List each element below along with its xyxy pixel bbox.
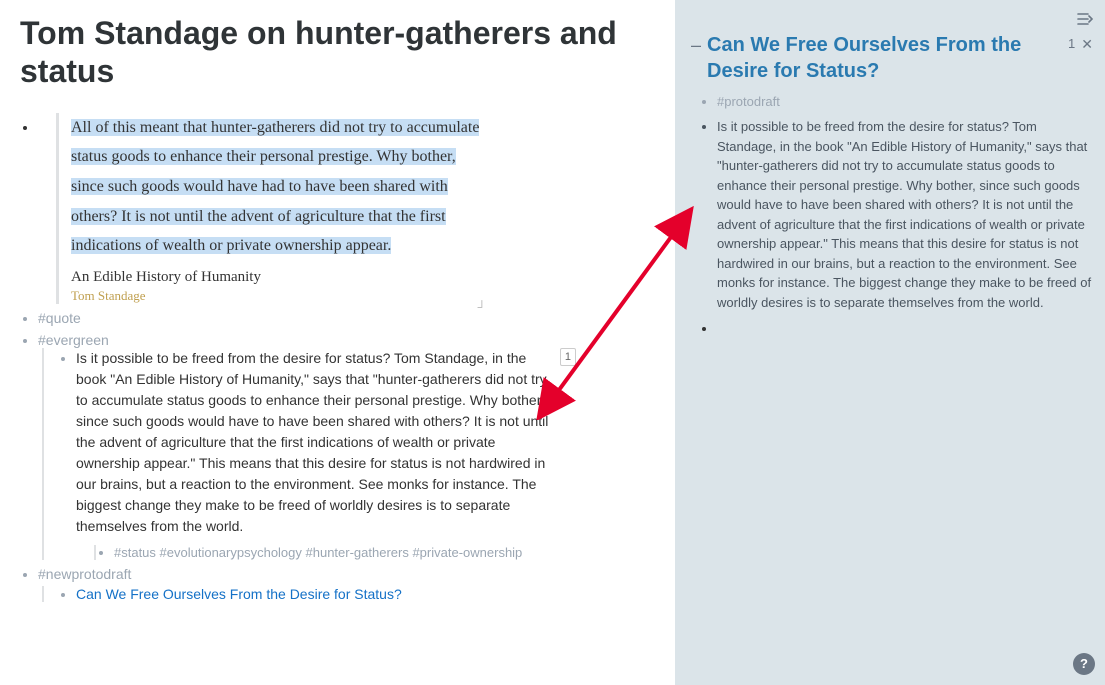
linked-note-link[interactable]: Can We Free Ourselves From the Desire fo… <box>76 586 402 602</box>
evergreen-block: Is it possible to be freed from the desi… <box>42 348 650 560</box>
side-tag-protodraft[interactable]: #protodraft <box>717 94 1093 109</box>
tag-evergreen[interactable]: #evergreen Is it possible to be freed fr… <box>38 332 650 560</box>
evergreen-subtags[interactable]: #status #evolutionarypsychology #hunter-… <box>114 545 650 560</box>
collapse-sidebar-icon[interactable] <box>1077 10 1093 26</box>
linked-note-item[interactable]: Can We Free Ourselves From the Desire fo… <box>76 586 650 602</box>
evergreen-item[interactable]: Is it possible to be freed from the desi… <box>76 348 650 560</box>
outline-item-quote[interactable]: All of this meant that hunter-gatherers … <box>38 113 650 304</box>
side-title[interactable]: Can We Free Ourselves From the Desire fo… <box>707 32 1062 84</box>
evergreen-text: Is it possible to be freed from the desi… <box>76 348 556 537</box>
book-title[interactable]: An Edible History of Humanity <box>71 269 486 286</box>
close-icon[interactable]: ✕ <box>1081 36 1093 53</box>
tag-quote[interactable]: #quote <box>38 310 650 326</box>
help-button[interactable]: ? <box>1073 653 1095 675</box>
tag-newprotodraft[interactable]: #newprotodraft Can We Free Ourselves Fro… <box>38 566 650 602</box>
main-pane: Tom Standage on hunter-gatherers and sta… <box>0 0 670 685</box>
evergreen-subtags-list: #status #evolutionarypsychology #hunter-… <box>94 545 650 560</box>
reference-count-badge[interactable]: 1 <box>560 348 576 367</box>
side-paragraph[interactable]: Is it possible to be freed from the desi… <box>717 117 1093 312</box>
outline-root: All of this meant that hunter-gatherers … <box>20 113 650 602</box>
block-resize-corner[interactable]: ┘ <box>477 300 486 314</box>
side-toolbar <box>691 10 1093 26</box>
side-empty-bullet[interactable] <box>717 320 1093 336</box>
side-header: – Can We Free Ourselves From the Desire … <box>691 32 1093 84</box>
book-author[interactable]: Tom Standage <box>71 288 486 304</box>
quote-block: All of this meant that hunter-gatherers … <box>56 113 486 304</box>
collapse-note-icon[interactable]: – <box>691 36 701 54</box>
highlighted-text: All of this meant that hunter-gatherers … <box>71 119 479 254</box>
side-reference-count: 1 <box>1068 36 1075 51</box>
side-outline: #protodraft Is it possible to be freed f… <box>691 94 1093 336</box>
quote-text[interactable]: All of this meant that hunter-gatherers … <box>71 113 486 261</box>
page-title: Tom Standage on hunter-gatherers and sta… <box>20 14 650 91</box>
side-panel: – Can We Free Ourselves From the Desire … <box>675 0 1105 685</box>
